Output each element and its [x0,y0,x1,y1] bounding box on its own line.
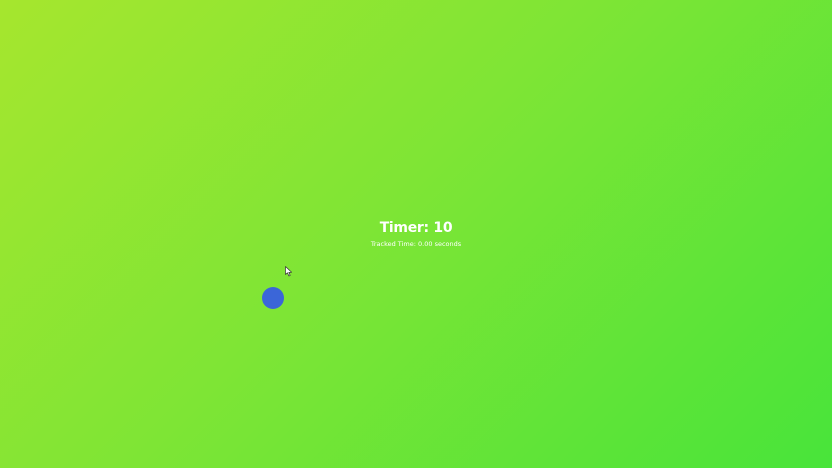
tracked-time-unit: seconds [434,240,462,248]
timer-value: 10 [433,220,453,236]
tracked-time-display: Tracked Time: 0.00 seconds [0,239,832,249]
tracked-time-label: Tracked Time: [370,240,416,248]
tracked-time-value: 0.00 [418,240,433,248]
hud: Timer: 10 Tracked Time: 0.00 seconds [0,218,832,249]
pointer-arrow-icon [285,266,292,277]
timer-label: Timer: [379,220,429,236]
tracking-target-circle[interactable] [262,287,284,309]
game-stage[interactable]: Timer: 10 Tracked Time: 0.00 seconds [0,0,832,468]
timer-display: Timer: 10 [0,218,832,238]
